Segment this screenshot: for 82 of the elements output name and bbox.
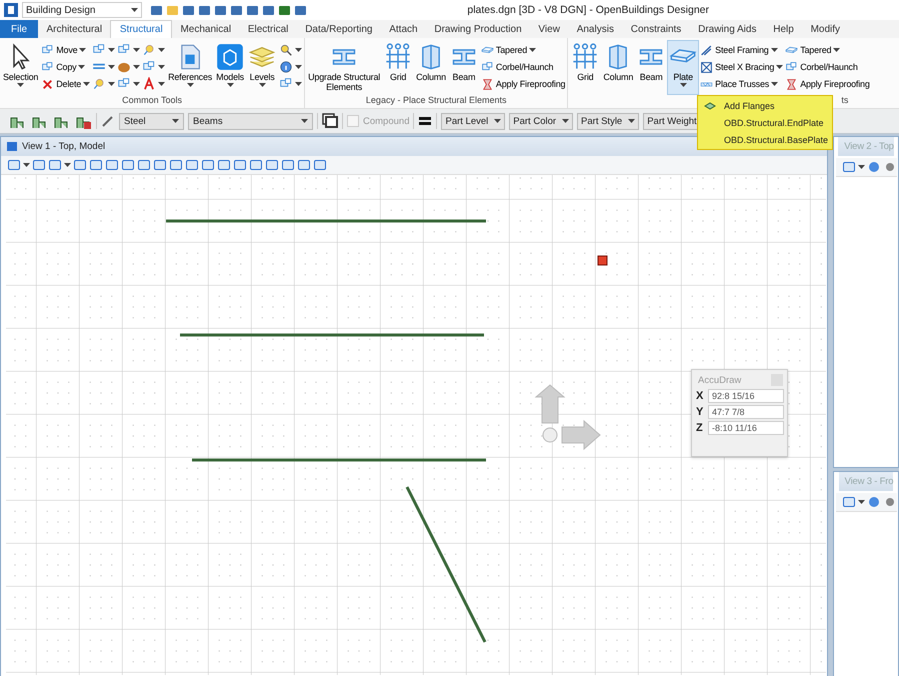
panel-title: AccuDraw [698,374,742,386]
view-title: View 2 - Top [844,141,894,152]
ribbon-tab[interactable]: Electrical [239,20,297,38]
ribbon-button[interactable]: Column [601,40,636,95]
select-dropdown[interactable]: Beams [188,112,313,130]
window-title: plates.dgn [3D - V8 DGN] - OpenBuildings Designer [467,4,709,16]
group-label: Legacy - Place Structural Elements [364,95,508,107]
tool-button[interactable] [91,76,116,92]
ribbon-tab[interactable]: Drawing Aids [690,20,765,38]
ribbon-button[interactable]: Plate [667,40,700,95]
ribbon-tab[interactable]: Mechanical [172,20,240,38]
ribbon-button[interactable]: Grid [382,40,414,95]
ribbon-button[interactable]: Tapered [784,42,871,58]
view-title: View 3 - Fro [844,476,894,487]
ribbon-tab[interactable]: Data/Reporting [296,20,381,38]
windows-icon[interactable] [322,113,338,129]
ribbon-button[interactable]: Corbel/Haunch [480,59,566,75]
point-marker [598,256,608,266]
delete-icon [41,78,54,90]
file-tab[interactable]: File [0,20,38,38]
ribbon-button[interactable]: Tapered [480,42,566,58]
ribbon-button[interactable]: Move [40,42,92,58]
view-icon[interactable] [842,160,856,174]
menu-item[interactable]: OBD.Structural.BasePlate [698,131,832,148]
axis-label: Y [696,406,704,418]
menu-item[interactable]: Add Flanges [698,97,832,114]
ribbon-tab[interactable]: Architectural [38,20,110,38]
ribbon-button[interactable]: Upgrade Structural Elements [306,40,382,95]
coordinate-field[interactable]: -8:10 11/16 [708,421,784,435]
ribbon-button[interactable]: Steel X Bracing [699,59,784,75]
workflow-dropdown[interactable]: Building Design [22,2,142,18]
ribbon-button[interactable]: Selection [1,40,40,95]
ribbon-button[interactable]: Beam [635,40,668,95]
view-icon[interactable] [7,158,21,172]
ribbon-button[interactable]: Grid [569,40,602,95]
ribbon-button[interactable]: Models [214,40,246,95]
ribbon-button[interactable]: Steel Framing [699,42,784,58]
view-title: View 1 - Top, Model [22,141,106,152]
grid-icon [384,43,412,71]
view-icon [7,142,17,152]
ribbon-button[interactable]: Corbel/Haunch [784,59,871,75]
ribbon-button[interactable]: Column [414,40,448,95]
ribbon-button[interactable]: Copy [40,59,92,75]
select-dropdown[interactable]: Part Style [577,112,640,130]
ribbon-button[interactable]: Levels [246,40,278,95]
tool-button[interactable] [278,42,304,58]
grid-icon [571,43,600,71]
bracing-icon [700,60,714,74]
coordinate-field[interactable]: 92:8 15/16 [708,389,784,403]
app-logo-icon [4,3,18,17]
line-weight-icon[interactable] [418,114,432,128]
ribbon-button[interactable]: References [166,40,214,95]
ribbon-tab[interactable]: Structural [110,20,172,38]
letter-icon [142,77,156,91]
checkbox-label: Compound [363,116,410,126]
view-axes-drawing [534,384,601,450]
magnifier-icon [279,43,294,57]
tool-button[interactable] [141,76,166,92]
ribbon-tab[interactable]: View [530,20,568,38]
select-dropdown[interactable]: Part Level [441,112,506,130]
ribbon-tab[interactable]: Drawing Production [426,20,530,38]
group-label: ts [841,95,848,107]
coordinate-field[interactable]: 47:7 7/8 [708,405,784,419]
ribbon-tab[interactable]: Modify [802,20,848,38]
tool-button[interactable] [141,42,166,58]
axis-label: X [696,390,704,402]
tool-button[interactable] [278,59,304,75]
group-label: Common Tools [121,95,183,107]
ribbon-button[interactable]: Apply Fireproofing [480,76,566,92]
ribbon-tab[interactable]: Constraints [622,20,690,38]
ribbon-button[interactable]: Beam [448,40,480,95]
ribbon-button[interactable]: Apply Fireproofing [784,76,871,92]
ribbon-tab[interactable]: Help [764,20,802,38]
view-icon[interactable] [842,495,856,509]
ribbon-tab[interactable]: Attach [380,20,426,38]
select-dropdown[interactable]: Part Color [509,112,574,130]
select-dropdown[interactable]: Steel [119,112,184,130]
info-icon [279,60,294,74]
ribbon-button[interactable]: Place Trusses [699,76,784,92]
ribbon-button[interactable]: Delete [40,76,92,92]
axis-label: Z [696,422,704,434]
ribbon-tab[interactable]: Analysis [568,20,622,38]
